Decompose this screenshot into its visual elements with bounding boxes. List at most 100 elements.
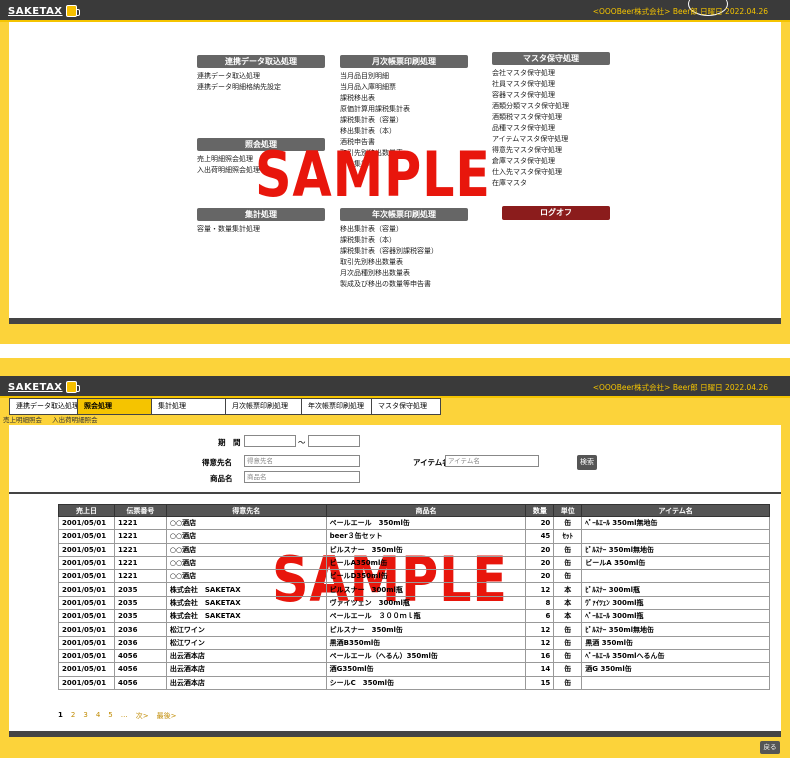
menu-item-geppyo-4[interactable]: 課税集計表（容量） [340, 115, 468, 126]
menu-item-master-0[interactable]: 会社マスタ保守処理 [492, 68, 610, 79]
cell-customer: 松江ワイン [165, 635, 327, 650]
breadcrumb: 売上明細照会 入出荷明細照会 [3, 415, 106, 425]
menu-item-master-10[interactable]: 在庫マスタ [492, 178, 610, 189]
menu-item-nenji-2[interactable]: 課税集計表（容器別課税容量） [340, 246, 468, 257]
app-logo[interactable]: SAKETAX [8, 5, 80, 17]
menu-item-master-7[interactable]: 得意先マスタ保守処理 [492, 145, 610, 156]
col-product[interactable]: 商品名 [325, 504, 527, 517]
inquiry-screen: SAKETAX <OOOBeer株式会社> Beer郎 日曜日 2022.04.… [0, 376, 790, 758]
tab-renkei[interactable]: 連携データ取込処理 [9, 398, 79, 415]
table-body: 2001/05/01 1221 ○○酒店 ペールエール 350ml缶 20 缶ﾍﾟｰﾙｴｰ… [58, 515, 770, 690]
table-row[interactable]: 2001/05/01 2035 株式会社 SAKETAX ペールエール ３００ｍｌ瓶 6… [58, 609, 770, 624]
tab-nenji[interactable]: 年次帳票印刷処理 [301, 398, 371, 415]
cell-slip-no: 2036 [113, 622, 167, 637]
search-button[interactable]: 検索 [577, 455, 597, 470]
table-row[interactable]: 2001/05/01 2035 株式会社 SAKETAX ピルスナー 300ml瓶 12… [58, 582, 770, 597]
cell-customer: ○○酒店 [165, 542, 327, 557]
col-unit[interactable]: 単位 [553, 504, 583, 517]
cell-item: ﾋﾟﾙｽﾅｰ 350ml無地缶 [581, 542, 770, 557]
table-row[interactable]: 2001/05/01 2035 株式会社 SAKETAX ヴァイツェン 300ml瓶 8… [58, 595, 770, 611]
menu-item-nenji-0[interactable]: 移出集計表（容量） [340, 224, 468, 235]
table-row[interactable]: 2001/05/01 2036 松江ワイン 黒酒B350ml缶 12 缶黒酒 350ml缶 [58, 635, 770, 650]
table-row[interactable]: 2001/05/01 1221 ○○酒店 ビールD350ml缶 20 缶 [58, 569, 770, 584]
cell-slip-no: 1221 [113, 529, 167, 544]
menu-item-geppyo-3[interactable]: 原価計算用課税集計表 [340, 104, 468, 115]
table-row[interactable]: 2001/05/01 4056 出云酒本店 酒G350ml缶 14 缶酒G 350ml缶 [58, 662, 770, 677]
menu-group-master: マスタ保守処理 会社マスタ保守処理 社員マスタ保守処理 容器マスタ保守処理 酒類… [492, 52, 610, 189]
page-3[interactable]: 3 [83, 711, 87, 721]
breadcrumb-sales[interactable]: 売上明細照会 [3, 416, 42, 424]
menu-item-master-5[interactable]: 品種マスタ保守処理 [492, 123, 610, 134]
menu-item-renkei-import[interactable]: 連携データ取込処理 [197, 71, 325, 82]
item-input[interactable]: アイテム名 [445, 455, 539, 467]
cell-product: ペールエール（へるん）350ml缶 [325, 648, 527, 664]
page-next[interactable]: 次> [136, 711, 149, 721]
col-slip-no[interactable]: 伝票番号 [113, 504, 167, 517]
cell-sales-date: 2001/05/01 [58, 609, 115, 624]
page-5[interactable]: 5 [108, 711, 112, 721]
tab-shukei[interactable]: 集計処理 [151, 398, 225, 415]
cell-sales-date: 2001/05/01 [58, 622, 115, 637]
col-item[interactable]: アイテム名 [581, 504, 770, 517]
customer-label: 得意先名 [202, 458, 232, 467]
cell-slip-no: 2036 [113, 635, 167, 650]
menu-item-geppyo-2[interactable]: 課税移出表 [340, 93, 468, 104]
cell-quantity: 20 [525, 515, 555, 531]
menu-item-geppyo-0[interactable]: 当月品目別明細 [340, 71, 468, 82]
cell-sales-date: 2001/05/01 [58, 582, 115, 597]
table-row[interactable]: 2001/05/01 1221 ○○酒店 ペールエール 350ml缶 20 缶ﾍﾟｰﾙｴｰ… [58, 515, 770, 531]
cell-customer: 出云酒本店 [165, 675, 327, 690]
sample-watermark: SAMPLE [255, 138, 491, 211]
customer-input[interactable]: 得意先名 [244, 455, 360, 467]
table-row[interactable]: 2001/05/01 2036 松江ワイン ピルスナー 350ml缶 12 缶ﾋﾟﾙｽﾅｰ… [58, 622, 770, 637]
logout-button[interactable]: ログオフ [502, 206, 610, 220]
page-4[interactable]: 4 [96, 711, 100, 721]
back-button[interactable]: 戻る [760, 741, 780, 754]
menu-item-geppyo-5[interactable]: 移出集計表（本） [340, 126, 468, 137]
cell-quantity: 14 [525, 662, 555, 677]
cell-quantity: 12 [525, 635, 555, 650]
menu-item-master-6[interactable]: アイテムマスタ保守処理 [492, 134, 610, 145]
menu-item-nenji-1[interactable]: 課税集計表（本） [340, 235, 468, 246]
cell-quantity: 6 [525, 609, 555, 624]
cell-product: ピルスナー 300ml瓶 [325, 582, 527, 597]
col-customer[interactable]: 得意先名 [165, 504, 327, 517]
cell-quantity: 8 [525, 595, 555, 611]
table-row[interactable]: 2001/05/01 4056 出云酒本店 シールC 350ml缶 15 缶 [58, 675, 770, 690]
menu-item-master-3[interactable]: 酒類分類マスタ保守処理 [492, 101, 610, 112]
menu-item-nenji-5[interactable]: 製成及び移出の数量等申告書 [340, 279, 468, 290]
menu-item-nenji-3[interactable]: 取引先別移出数量表 [340, 257, 468, 268]
col-sales-date[interactable]: 売上日 [58, 504, 115, 517]
menu-item-master-2[interactable]: 容器マスタ保守処理 [492, 90, 610, 101]
table-row[interactable]: 2001/05/01 1221 ○○酒店 ピルスナー 350ml缶 20 缶ﾋﾟﾙｽﾅｰ … [58, 542, 770, 557]
table-row[interactable]: 2001/05/01 1221 ○○酒店 ビールA350ml缶 20 缶ビールA 350m… [58, 555, 770, 571]
page-1[interactable]: 1 [58, 711, 63, 721]
menu-item-geppyo-1[interactable]: 当月品入庫明細票 [340, 82, 468, 93]
cell-product: シールC 350ml缶 [325, 675, 527, 690]
product-input[interactable]: 商品名 [244, 471, 360, 483]
table-row[interactable]: 2001/05/01 4056 出云酒本店 ペールエール（へるん）350ml缶 16 缶ﾍ… [58, 648, 770, 664]
date-to-input[interactable] [308, 435, 360, 447]
menu-item-master-1[interactable]: 社員マスタ保守処理 [492, 79, 610, 90]
cell-slip-no: 4056 [113, 648, 167, 664]
cell-product: ピルスナー 350ml缶 [325, 542, 527, 557]
tab-geppyo[interactable]: 月次帳票印刷処理 [225, 398, 301, 415]
tab-shokai[interactable]: 照会処理 [77, 398, 151, 415]
cell-unit: 缶 [553, 542, 583, 557]
col-quantity[interactable]: 数量 [525, 504, 555, 517]
menu-item-nenji-4[interactable]: 月次品種別移出数量表 [340, 268, 468, 279]
table-row[interactable]: 2001/05/01 1221 ○○酒店 beer３缶セット 45 ｾｯﾄ [58, 529, 770, 544]
cell-unit: 缶 [553, 635, 583, 650]
menu-item-renkei-path[interactable]: 連携データ明細格納先設定 [197, 82, 325, 93]
cell-sales-date: 2001/05/01 [58, 662, 115, 677]
date-from-input[interactable] [244, 435, 296, 447]
menu-item-volume-summary[interactable]: 容量・数量集計処理 [197, 224, 325, 235]
page-2[interactable]: 2 [71, 711, 75, 721]
menu-item-master-9[interactable]: 仕入先マスタ保守処理 [492, 167, 610, 178]
page-last[interactable]: 最後> [157, 711, 177, 721]
app-logo-2[interactable]: SAKETAX [8, 381, 80, 393]
tab-master[interactable]: マスタ保守処理 [371, 398, 441, 415]
menu-item-master-4[interactable]: 酒類税マスタ保守処理 [492, 112, 610, 123]
menu-item-master-8[interactable]: 倉庫マスタ保守処理 [492, 156, 610, 167]
breadcrumb-shipping[interactable]: 入出荷明細照会 [52, 416, 98, 424]
